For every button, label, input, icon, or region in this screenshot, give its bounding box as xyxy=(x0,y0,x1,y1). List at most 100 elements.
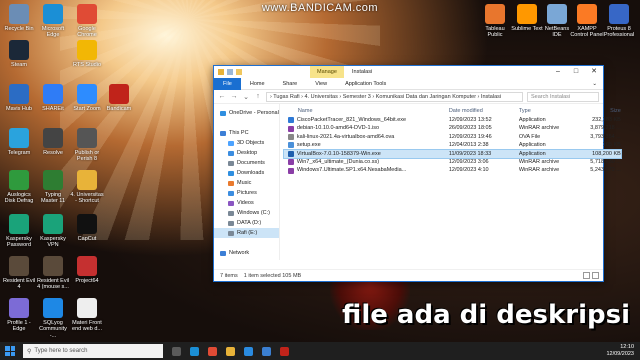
minimize-icon[interactable]: – xyxy=(549,66,567,78)
desktop-icon[interactable]: XAMPP Control Panel xyxy=(570,4,604,39)
desktop-icon[interactable]: Recycle Bin xyxy=(2,4,36,32)
desktop-icon[interactable]: Bandicam xyxy=(102,84,136,112)
details-view-icon[interactable] xyxy=(583,272,590,279)
large-icons-view-icon[interactable] xyxy=(592,272,599,279)
recent-locations-icon[interactable]: ⌄ xyxy=(242,93,250,101)
nav-item[interactable]: OneDrive - Personal xyxy=(214,108,279,118)
search-input[interactable]: Search Instalasi xyxy=(527,91,599,102)
nav-item[interactable]: This PC xyxy=(214,128,279,138)
desktop-icon[interactable]: Microsoft Edge xyxy=(36,4,70,39)
desktop-icon[interactable]: RTS Studio xyxy=(70,40,104,68)
nav-item[interactable]: Videos xyxy=(214,198,279,208)
nav-item[interactable]: Pictures xyxy=(214,188,279,198)
nav-item[interactable]: Music xyxy=(214,178,279,188)
desktop-icon[interactable]: Publish or Perish 8 xyxy=(70,128,104,163)
up-icon[interactable]: ↑ xyxy=(254,93,262,100)
desktop-icon-label: Recycle Bin xyxy=(4,26,34,32)
desktop-icon[interactable]: Sublime Text xyxy=(510,4,544,32)
selection-info: 1 item selected 105 MB xyxy=(243,273,302,279)
manage-tab[interactable]: Manage xyxy=(310,66,344,78)
explorer-icon[interactable] xyxy=(223,344,237,358)
tab-application-tools[interactable]: Application Tools xyxy=(336,78,395,90)
desktop-icon[interactable]: Typing Master 11 xyxy=(36,170,70,205)
tab-share[interactable]: Share xyxy=(274,78,307,90)
desktop-icon[interactable]: Google Chrome xyxy=(70,4,104,39)
nav-item[interactable]: 3D Objects xyxy=(214,138,279,148)
desktop-icon-label: Telegram xyxy=(7,150,31,156)
desktop-icon[interactable]: Project64 xyxy=(70,256,104,284)
desktop-icon[interactable]: SQLyog Community -... xyxy=(36,298,70,339)
file-size: 3,793,354 ... xyxy=(590,133,621,140)
file-name: setup.exe xyxy=(284,141,449,149)
expand-ribbon-icon[interactable]: ⌄ xyxy=(592,81,603,87)
project64-icon xyxy=(77,256,97,276)
table-row[interactable]: debian-10.10.0-amd64-DVD-1.iso 26/09/2023… xyxy=(284,124,621,132)
edge-icon[interactable] xyxy=(187,344,201,358)
task-view-icon[interactable] xyxy=(169,344,183,358)
file-type: Application xyxy=(518,150,546,157)
column-date-modified[interactable]: Date modified xyxy=(449,106,519,116)
desktop-icon[interactable]: Steam xyxy=(2,40,36,68)
table-row[interactable]: Win7_x64_ultimate_(Dunia.co.ss) 12/09/202… xyxy=(284,158,621,166)
desktop-icon[interactable]: Start Zoom xyxy=(70,84,104,112)
file-date: 26/09/2023 18:05 xyxy=(448,125,492,132)
nav-item[interactable]: Rafi (E:) xyxy=(214,228,279,238)
table-row[interactable]: CiscoPacketTracer_821_Windows_64bit.exe 1… xyxy=(284,116,621,124)
desktop-icon[interactable]: Profile 1 - Edge xyxy=(2,298,36,333)
desktop-icon[interactable]: CapCut xyxy=(70,214,104,242)
zoom-icon xyxy=(77,84,97,104)
table-row[interactable]: Windows7.Ultimate.SP1.x64.NesabaMedia...… xyxy=(284,166,621,174)
forward-icon[interactable]: → xyxy=(230,93,238,100)
nav-item[interactable]: Downloads xyxy=(214,168,279,178)
desktop-icon-label: Mavis Hub xyxy=(6,106,32,112)
desktop-icon[interactable]: Resident Evil 4 xyxy=(2,256,36,291)
column-size[interactable]: Size xyxy=(581,106,621,116)
file-explorer-window[interactable]: Manage Instalasi – □ ✕ File Home Share V… xyxy=(213,65,622,282)
nav-item-icon xyxy=(228,190,234,196)
desktop-icon[interactable]: Proteus 8 Professional xyxy=(602,4,636,39)
start-button[interactable] xyxy=(3,344,17,358)
desktop-icon[interactable]: NetBeans IDE xyxy=(540,4,574,39)
desktop-icon[interactable]: SHAREit xyxy=(36,84,70,112)
column-name[interactable]: Name xyxy=(284,106,449,116)
photos-icon[interactable] xyxy=(259,344,273,358)
tab-file[interactable]: File xyxy=(214,77,241,90)
nav-item[interactable]: Windows (C:) xyxy=(214,208,279,218)
maximize-icon[interactable]: □ xyxy=(567,66,585,78)
desktop-icon-label: Google Chrome xyxy=(77,26,97,39)
desktop-icon[interactable]: Kaspersky Password xyxy=(2,214,36,249)
ribbon-tabs: File Home Share View Application Tools ⌄ xyxy=(214,77,603,90)
desktop-icon[interactable]: Telegram xyxy=(2,128,36,156)
desktop-icon[interactable]: Mavis Hub xyxy=(2,84,36,112)
tab-view[interactable]: View xyxy=(306,78,336,90)
tab-home[interactable]: Home xyxy=(241,78,274,90)
system-tray[interactable]: 12:10 12/09/2023 xyxy=(606,344,634,358)
file-size: 232,183 KB xyxy=(592,117,621,123)
desktop-icon[interactable]: 4. Universitas - Shortcut xyxy=(70,170,104,205)
bandicam-icon[interactable] xyxy=(277,344,291,358)
nav-item[interactable]: Network xyxy=(214,248,279,258)
address-bar[interactable]: › Tugas Rafi › 4. Universitas › Semester… xyxy=(266,91,523,102)
close-icon[interactable]: ✕ xyxy=(585,66,603,78)
vscode-icon[interactable] xyxy=(241,344,255,358)
desktop-icon[interactable]: Materi Front end web d... xyxy=(70,298,104,333)
desktop-icon[interactable]: Resident Evil 4 (mouse s... xyxy=(36,256,70,291)
taskbar-search[interactable]: ⚲ Type here to search xyxy=(23,344,163,358)
nav-item[interactable]: Desktop xyxy=(214,148,279,158)
desktop-icon[interactable]: Auslogics Disk Defrag xyxy=(2,170,36,205)
new-folder-icon[interactable] xyxy=(236,69,242,75)
back-icon[interactable]: ← xyxy=(218,93,226,100)
desktop-icon[interactable]: Tableau Public xyxy=(478,4,512,39)
nav-item[interactable]: Documents xyxy=(214,158,279,168)
properties-icon[interactable] xyxy=(227,69,233,75)
table-row[interactable]: VirtualBox-7.0.10-158379-Win.exe 11/09/20… xyxy=(282,148,622,160)
title-bar[interactable]: Manage Instalasi – □ ✕ xyxy=(214,66,603,78)
chrome-icon[interactable] xyxy=(205,344,219,358)
nav-item[interactable]: DATA (D:) xyxy=(214,218,279,228)
column-type[interactable]: Type xyxy=(519,106,581,116)
desktop-icon[interactable]: Kaspersky VPN xyxy=(36,214,70,249)
table-row[interactable]: kali-linux-2021.4a-virtualbox-amd64.ova 1… xyxy=(284,133,621,141)
table-row[interactable]: setup.exe 12/04/2013 2:38 Application 105 K… xyxy=(284,141,621,149)
desktop-icon[interactable]: Resolve xyxy=(36,128,70,156)
nav-item-label: 3D Objects xyxy=(237,140,265,146)
